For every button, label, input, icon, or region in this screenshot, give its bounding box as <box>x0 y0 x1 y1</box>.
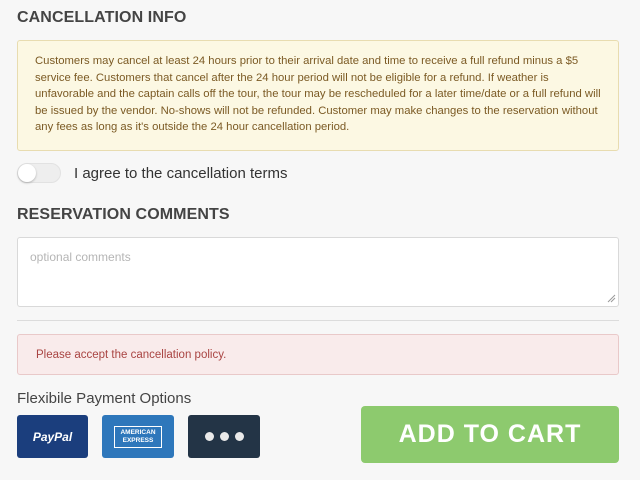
error-alert: Please accept the cancellation policy. <box>17 334 619 375</box>
resize-grip-icon[interactable] <box>606 293 616 303</box>
payment-options-title: Flexibile Payment Options <box>17 390 192 407</box>
dot <box>234 432 244 441</box>
paypal-icon: PayPal <box>17 415 88 458</box>
more-dots-icon <box>188 415 260 458</box>
cancellation-info-title: CANCELLATION INFO <box>17 9 187 26</box>
reservation-form: CANCELLATION INFO Customers may cancel a… <box>0 0 640 480</box>
toggle-knob <box>18 164 36 182</box>
cancellation-policy-box: Customers may cancel at least 24 hours p… <box>17 40 619 151</box>
add-to-cart-button[interactable]: ADD TO CART <box>361 406 619 463</box>
comments-textarea[interactable] <box>17 237 619 307</box>
agree-label[interactable]: I agree to the cancellation terms <box>74 165 287 182</box>
dot <box>204 432 214 441</box>
amex-icon: AMERICAN EXPRESS <box>102 415 174 458</box>
dot <box>219 432 229 441</box>
error-alert-message: Please accept the cancellation policy. <box>36 348 227 361</box>
reservation-comments-title: RESERVATION COMMENTS <box>17 206 230 223</box>
agree-toggle[interactable] <box>17 163 61 183</box>
divider <box>17 320 619 321</box>
paypal-label: PayPal <box>32 429 73 444</box>
amex-logo: AMERICAN EXPRESS <box>114 425 162 448</box>
agree-row: I agree to the cancellation terms <box>17 162 287 184</box>
